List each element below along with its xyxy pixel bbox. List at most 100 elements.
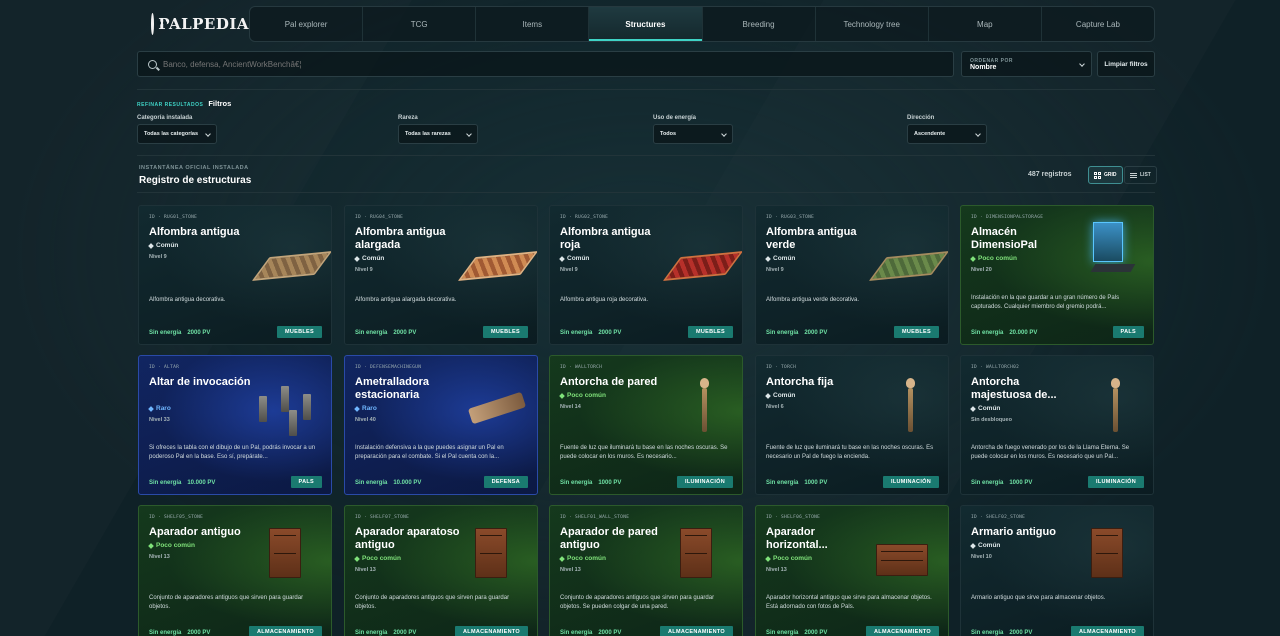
filter-category: Categoría instalada Todas las categorías	[137, 115, 217, 144]
clear-filters-button[interactable]: Limpiar filtros	[1097, 51, 1155, 77]
rarity-label: Común	[362, 255, 385, 262]
list-icon	[1130, 172, 1137, 178]
structure-card[interactable]: ID · DEFENSEMACHINEGUN Ametralladora est…	[344, 355, 538, 495]
tab-technology-tree[interactable]: Technology tree	[816, 7, 929, 41]
card-id: ID · RUG02_STONE	[560, 215, 609, 220]
refine-label: REFINAR RESULTADOS	[137, 102, 204, 108]
search-bar[interactable]	[137, 51, 954, 77]
energy-label: Sin energía	[149, 630, 182, 636]
structure-card[interactable]: ID · DIMENSIONPALSTORAGE Almacén Dimensi…	[960, 205, 1154, 345]
category-tag[interactable]: ILUMINACIÓN	[677, 476, 733, 488]
filter-direction: Dirección Ascendente	[907, 115, 987, 144]
chevron-down-icon	[205, 131, 211, 137]
card-id: ID · ALTAR	[149, 365, 180, 370]
structure-card[interactable]: ID · WALLTORCH Antorcha de pared Poco co…	[549, 355, 743, 495]
refine-title: Filtros	[208, 99, 232, 108]
category-tag[interactable]: ALMACENAMIENTO	[455, 626, 528, 636]
card-level: Nivel 20	[971, 267, 992, 273]
tab-tcg[interactable]: TCG	[363, 7, 477, 41]
category-tag[interactable]: ILUMINACIÓN	[1088, 476, 1144, 488]
category-tag[interactable]: DEFENSA	[483, 476, 528, 488]
grid-icon	[1094, 171, 1101, 179]
rarity-label: Poco común	[567, 392, 607, 399]
structure-card[interactable]: ID · SHELF05_STONE Aparador antiguo Poco…	[138, 505, 332, 636]
card-rarity: Común	[354, 255, 385, 262]
tab-pal-explorer[interactable]: Pal explorer	[250, 7, 364, 41]
energy-select[interactable]: Todos	[653, 124, 733, 144]
rarity-icon	[148, 542, 154, 549]
rarity-label: Común	[156, 242, 179, 249]
structure-card[interactable]: ID · RUG01_STONE Alfombra antigua Común …	[138, 205, 332, 345]
card-pv: 1000 PV	[598, 480, 622, 486]
card-energy: Sin energía 2000 PV	[355, 630, 416, 636]
rug-image	[662, 251, 742, 281]
card-rarity: Común	[970, 542, 1000, 549]
nav-tabs: Pal explorer TCG Items Structures Breeding Te…	[249, 6, 1155, 42]
search-input[interactable]	[163, 59, 763, 69]
card-energy: Sin energía 2000 PV	[560, 630, 621, 636]
rarity-icon	[354, 255, 360, 262]
structure-card[interactable]: ID · SHELF02_STONE Armario antiguo Común…	[960, 505, 1154, 636]
card-name: Armario antiguo	[971, 526, 1056, 538]
card-pv: 2000 PV	[804, 330, 828, 336]
filter-value: Todas las categorías	[144, 131, 199, 137]
view-list-button[interactable]: LIST	[1124, 166, 1157, 184]
tab-items[interactable]: Items	[476, 7, 590, 41]
structure-card[interactable]: ID · ALTAR Altar de invocación Raro Nive…	[138, 355, 332, 495]
torch-stick	[908, 388, 913, 432]
card-description: Fuente de luz que iluminará tu base en l…	[560, 445, 728, 460]
category-tag[interactable]: ALMACENAMIENTO	[249, 626, 322, 636]
category-tag[interactable]: ALMACENAMIENTO	[1071, 626, 1144, 636]
card-name: Almacén DimensioPal	[971, 226, 1038, 251]
rarity-icon	[765, 255, 771, 262]
cabinet-image	[680, 528, 712, 578]
category-tag[interactable]: PALS	[290, 476, 322, 488]
tab-capture-lab[interactable]: Capture Lab	[1042, 7, 1154, 41]
category-tag[interactable]: ALMACENAMIENTO	[660, 626, 733, 636]
category-tag[interactable]: MUEBLES	[483, 326, 528, 338]
category-tag[interactable]: MUEBLES	[277, 326, 322, 338]
card-energy: Sin energía 2000 PV	[766, 330, 827, 336]
card-id: ID · WALLTORCH	[560, 365, 603, 370]
rarity-icon	[765, 555, 771, 562]
structure-card[interactable]: ID · WALLTORCH02 Antorcha majestuosa de.…	[960, 355, 1154, 495]
cabinet-image	[475, 528, 507, 578]
card-name: Aparador aparatoso antiguo	[355, 526, 460, 551]
view-grid-button[interactable]: GRID	[1088, 166, 1123, 184]
logo[interactable]: PALPEDIA	[137, 6, 249, 42]
category-tag[interactable]: ILUMINACIÓN	[883, 476, 939, 488]
tab-map[interactable]: Map	[929, 7, 1042, 41]
card-level: Nivel 13	[149, 554, 170, 560]
rarity-icon	[970, 405, 976, 412]
registry-title: Registro de estructuras	[139, 175, 252, 186]
structure-card[interactable]: ID · TORCH Antorcha fija Común Nivel 6 F…	[755, 355, 949, 495]
structure-card[interactable]: ID · RUG02_STONE Alfombra antigua roja C…	[549, 205, 743, 345]
altar-pillar	[281, 386, 289, 412]
structure-card[interactable]: ID · RUG04_STONE Alfombra antigua alarga…	[344, 205, 538, 345]
direction-select[interactable]: Ascendente	[907, 124, 987, 144]
category-select[interactable]: Todas las categorías	[137, 124, 217, 144]
category-tag[interactable]: MUEBLES	[688, 326, 733, 338]
filter-value: Todos	[660, 131, 677, 137]
sort-value: Nombre	[970, 63, 997, 71]
structure-card[interactable]: ID · SHELF01_WALL_STONE Aparador de pare…	[549, 505, 743, 636]
category-tag[interactable]: MUEBLES	[894, 326, 939, 338]
card-level: Nivel 13	[766, 567, 787, 573]
card-name: Alfombra antigua	[149, 226, 240, 238]
card-rarity: Raro	[148, 405, 171, 412]
category-tag[interactable]: ALMACENAMIENTO	[866, 626, 939, 636]
card-id: ID · TORCH	[766, 365, 797, 370]
tab-structures[interactable]: Structures	[589, 7, 703, 41]
card-rarity: Poco común	[354, 555, 401, 562]
card-description: Conjunto de aparadores antiguos que sirv…	[149, 595, 304, 610]
rarity-select[interactable]: Todas las rarezas	[398, 124, 478, 144]
energy-label: Sin energía	[971, 480, 1004, 486]
structure-card[interactable]: ID · SHELF07_STONE Aparador aparatoso an…	[344, 505, 538, 636]
sort-select[interactable]: ORDENAR POR Nombre	[961, 51, 1092, 77]
energy-label: Sin energía	[766, 330, 799, 336]
tab-breeding[interactable]: Breeding	[703, 7, 816, 41]
category-tag[interactable]: PALS	[1112, 326, 1144, 338]
structure-card[interactable]: ID · SHELF06_STONE Aparador horizontal..…	[755, 505, 949, 636]
card-energy: Sin energía 1000 PV	[766, 480, 827, 486]
structure-card[interactable]: ID · RUG03_STONE Alfombra antigua verde …	[755, 205, 949, 345]
